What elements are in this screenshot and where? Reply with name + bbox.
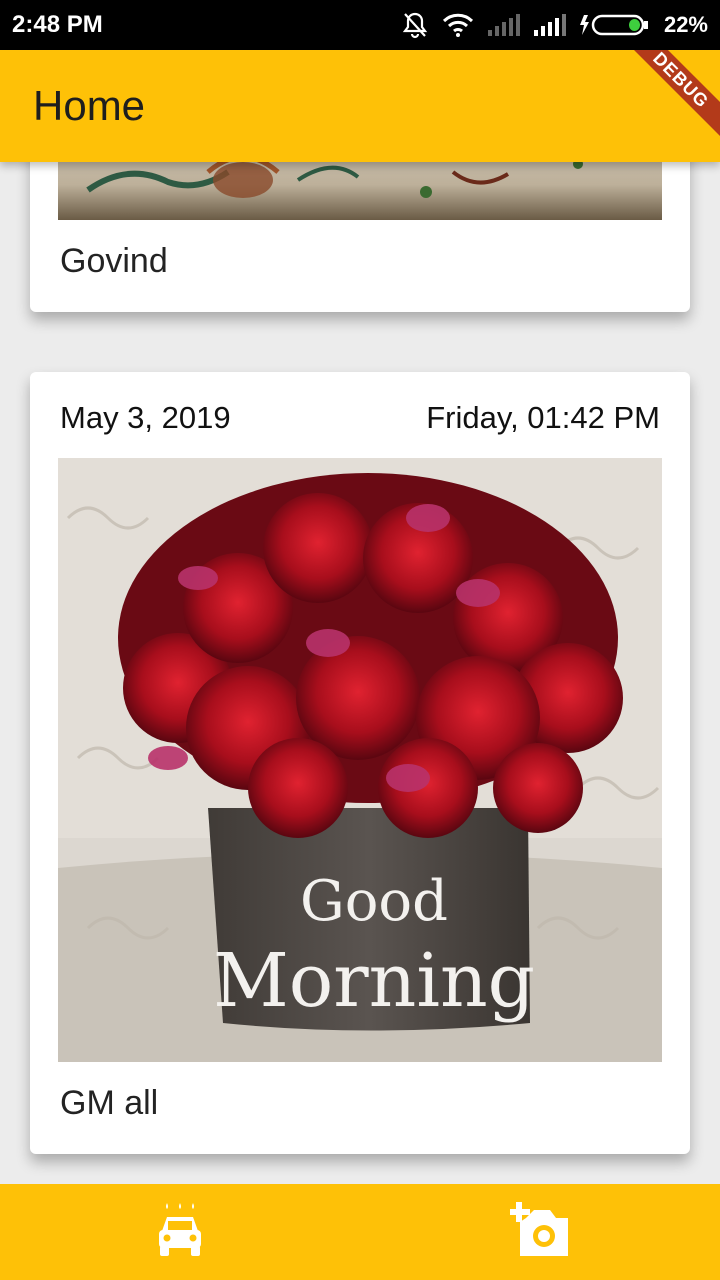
feed-list[interactable]: Govind May 3, 2019 Friday, 01:42 PM Good… [0, 162, 720, 1184]
page-title: Home [33, 82, 146, 129]
post-card[interactable]: Govind [30, 162, 690, 312]
status-time: 2:48 PM [12, 11, 103, 38]
battery-icon [579, 13, 650, 37]
signal-1-icon [487, 14, 520, 36]
svg-text:Good: Good [300, 869, 448, 934]
post-image[interactable] [58, 162, 662, 220]
status-bar: 2:48 PM 22% [0, 0, 720, 50]
signal-2-icon [533, 14, 566, 36]
battery-percent: 22% [663, 12, 708, 37]
nav-add-photo-button[interactable] [360, 1184, 720, 1280]
post-caption: Govind [60, 242, 168, 280]
mute-bell-icon [402, 11, 428, 39]
status-icons: 22% [402, 11, 708, 39]
post-image[interactable]: Good Morning [58, 458, 662, 1062]
debug-banner: DEBUG [612, 50, 720, 149]
bottom-nav [0, 1184, 720, 1280]
post-header: May 3, 2019 Friday, 01:42 PM [60, 400, 660, 436]
post-date: May 3, 2019 [60, 400, 231, 435]
wifi-icon [442, 13, 474, 37]
svg-text:Morning: Morning [213, 938, 535, 1024]
post-card[interactable]: May 3, 2019 Friday, 01:42 PM Good Mornin… [30, 372, 690, 1154]
add-photo-icon [510, 1201, 570, 1263]
nav-car-wash-button[interactable] [0, 1184, 360, 1280]
screen: 2:48 PM 22% Home DEBUG Govind May 3, 201… [0, 0, 720, 1280]
app-bar: Home DEBUG [0, 50, 720, 162]
post-day-time: Friday, 01:42 PM [426, 400, 660, 435]
car-wash-icon [156, 1201, 204, 1264]
post-caption: GM all [60, 1084, 159, 1122]
